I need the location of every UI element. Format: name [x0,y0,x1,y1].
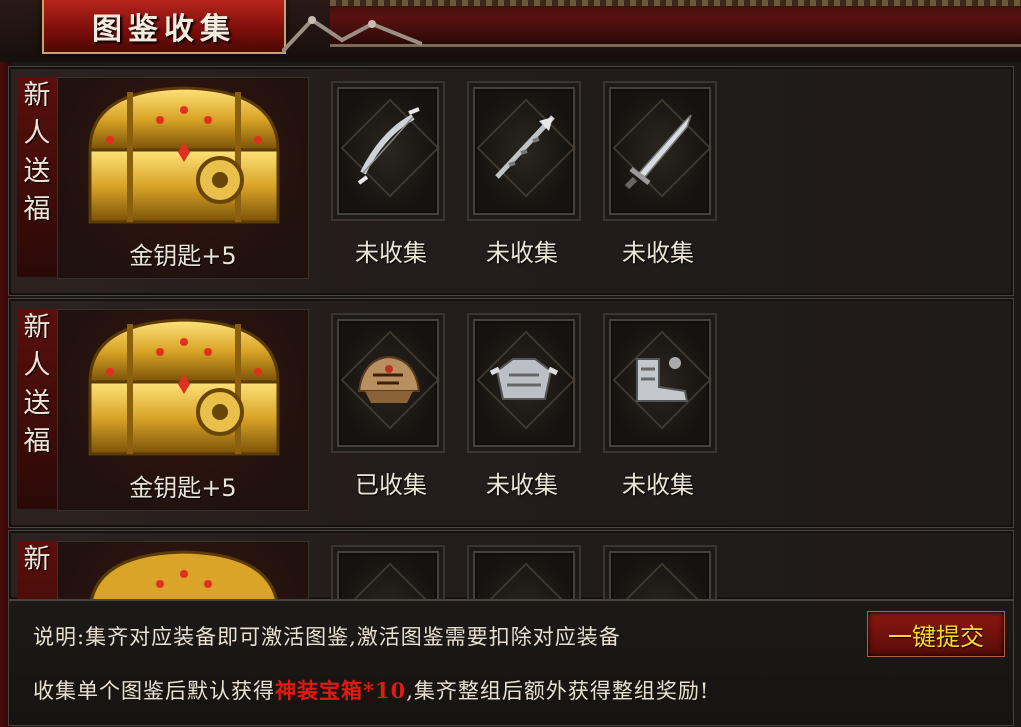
treasure-chest-icon [88,318,280,456]
row-label: 新 人 送 福 [17,77,57,277]
collection-status: 未收集 [486,239,558,267]
collection-row: 新 [8,530,1014,600]
equipment-slot[interactable] [603,545,717,599]
row-label-char: 人 [23,118,51,149]
helmet-icon [357,355,421,403]
reward-box[interactable]: 金钥匙+5 [57,77,309,279]
reward-box[interactable]: 金钥匙+5 [57,309,309,511]
title-tab[interactable]: 图鉴收集 [42,0,286,54]
header-ornament-icon [282,16,422,54]
collection-status: 已收集 [355,471,427,499]
row-label-char: 人 [23,350,51,381]
equipment-slot[interactable] [331,313,445,453]
equipment-slot[interactable] [467,81,581,221]
collection-status: 未收集 [355,239,427,267]
description-line-2: 收集单个图鉴后默认获得神装宝箱*10,集齐整组后额外获得整组奖励! [33,675,709,705]
row-label: 新 [17,541,57,599]
header-decorative-bar [330,0,1021,47]
row-label-char: 福 [23,426,51,457]
row-label-char: 新 [23,312,51,343]
bow-icon [357,107,420,185]
collection-row: 新 人 送 福 金钥匙+5 [8,66,1014,296]
collection-status: 未收集 [622,239,694,267]
reward-box[interactable] [57,541,309,599]
description-panel: 说明:集齐对应装备即可激活图鉴,激活图鉴需要扣除对应装备 收集单个图鉴后默认获得… [8,600,1014,726]
armor-icon [489,358,559,400]
reward-label: 金钥匙+5 [129,474,237,502]
one-click-submit-button[interactable]: 一键提交 [867,611,1005,657]
boots-icon [636,357,689,402]
collection-row: 新 人 送 福 金钥匙+5 [8,298,1014,528]
row-label-char: 新 [23,80,51,111]
treasure-chest-icon [88,86,280,224]
collection-status: 未收集 [486,471,558,499]
treasure-chest-icon [90,550,278,599]
description-text: 收集单个图鉴后默认获得 [33,679,275,703]
equipment-slot[interactable] [467,313,581,453]
sword-icon [624,114,692,190]
collection-status: 未收集 [622,471,694,499]
row-label: 新 人 送 福 [17,309,57,509]
spear-icon [495,115,555,179]
equipment-slot[interactable] [467,545,581,599]
row-label-char: 新 [23,544,51,575]
reward-label: 金钥匙+5 [129,242,237,270]
description-text: ,集齐整组后额外获得整组奖励! [406,679,710,703]
description-line-1: 说明:集齐对应装备即可激活图鉴,激活图鉴需要扣除对应装备 [33,625,621,649]
page-title: 图鉴收集 [92,12,236,47]
row-label-char: 福 [23,194,51,225]
row-label-char: 送 [23,156,51,187]
equipment-slot[interactable] [603,313,717,453]
equipment-slot[interactable] [603,81,717,221]
header: 图鉴收集 [0,0,1021,62]
equipment-slot[interactable] [331,545,445,599]
reward-highlight: 神装宝箱*10 [275,678,407,703]
row-label-char: 送 [23,388,51,419]
equipment-slot[interactable] [331,81,445,221]
